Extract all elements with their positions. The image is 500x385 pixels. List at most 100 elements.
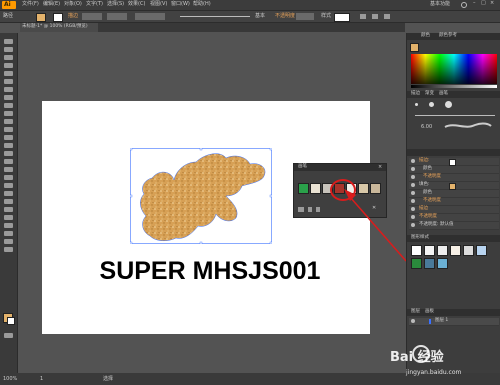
menu-select[interactable]: 选择(S): [107, 2, 124, 7]
eyedropper-tool-icon[interactable]: [4, 191, 13, 196]
stroke-label[interactable]: 描边: [68, 14, 78, 19]
stroke-weight-value[interactable]: 6.00: [421, 125, 432, 130]
color-guide-tab[interactable]: 颜色参考: [439, 33, 457, 39]
hand-tool-icon[interactable]: [4, 239, 13, 244]
stroke-swatch[interactable]: [53, 13, 63, 22]
search-icon[interactable]: [461, 2, 467, 8]
minimize-icon[interactable]: –: [473, 1, 476, 6]
color-swatches-strip[interactable]: [411, 85, 497, 88]
appearance-swatch[interactable]: [449, 183, 456, 190]
graphic-style-2[interactable]: [424, 245, 435, 256]
visibility-eye-icon[interactable]: [411, 175, 415, 179]
appearance-row[interactable]: 描边: [409, 206, 499, 214]
brush-thumb-2[interactable]: [310, 183, 321, 194]
graphic-style-3[interactable]: [437, 245, 448, 256]
visibility-eye-icon[interactable]: [411, 207, 415, 211]
menu-file[interactable]: 文件(F): [22, 2, 39, 7]
style-label[interactable]: 样式: [321, 14, 331, 19]
menu-view[interactable]: 视图(V): [150, 2, 167, 7]
menu-object[interactable]: 对象(O): [64, 2, 82, 7]
pen-tool-icon[interactable]: [4, 71, 13, 76]
floating-panel-header[interactable]: 画笔 ×: [294, 164, 386, 171]
brush-line-1[interactable]: [415, 115, 495, 116]
pencil-tool-icon[interactable]: [4, 111, 13, 116]
stroke-style-line[interactable]: [180, 16, 250, 17]
close-icon[interactable]: ×: [490, 1, 494, 6]
brush-definition-dropdown[interactable]: [135, 13, 165, 20]
mesh-tool-icon[interactable]: [4, 175, 13, 180]
free-transform-tool-icon[interactable]: [4, 151, 13, 156]
appearance-swatch[interactable]: [449, 159, 456, 166]
stroke-weight-field[interactable]: [82, 13, 102, 20]
brush-library-menu-icon[interactable]: [298, 207, 304, 212]
graphic-style-8[interactable]: [424, 258, 435, 269]
magic-wand-tool-icon[interactable]: [4, 55, 13, 60]
menu-edit[interactable]: 编辑(E): [43, 2, 60, 7]
scale-tool-icon[interactable]: [4, 135, 13, 140]
maximize-icon[interactable]: □: [481, 1, 486, 6]
brush-dot-large[interactable]: [445, 101, 452, 108]
opacity-field[interactable]: [296, 13, 314, 20]
stroke-color-box[interactable]: [7, 317, 15, 325]
visibility-eye-icon[interactable]: [411, 167, 415, 171]
artboard-tool-icon[interactable]: [4, 223, 13, 228]
appearance-row[interactable]: 颜色: [409, 190, 499, 198]
rotate-tool-icon[interactable]: [4, 127, 13, 132]
gradient-tab[interactable]: 渐变: [425, 91, 434, 97]
visibility-eye-icon[interactable]: [411, 191, 415, 195]
visibility-eye-icon[interactable]: [411, 215, 415, 219]
graphic-style-4[interactable]: [450, 245, 461, 256]
appearance-row[interactable]: 描边:: [409, 158, 499, 166]
direct-selection-tool-icon[interactable]: [4, 47, 13, 52]
opacity-label[interactable]: 不透明度: [275, 14, 295, 19]
textured-leaf-shape[interactable]: [130, 148, 272, 244]
brush-thumb-1[interactable]: [298, 183, 309, 194]
shape-builder-tool-icon[interactable]: [4, 159, 13, 164]
fill-swatch[interactable]: [36, 13, 46, 22]
appearance-row[interactable]: 不透明度: 默认值: [409, 222, 499, 230]
next-library-icon[interactable]: [316, 207, 320, 212]
brush-dot-medium[interactable]: [429, 102, 434, 107]
artboard-number[interactable]: 1: [40, 377, 43, 382]
align-icon[interactable]: [372, 14, 378, 19]
layer-name[interactable]: 图层 1: [435, 318, 448, 324]
visibility-eye-icon[interactable]: [411, 199, 415, 203]
fill-stroke-indicator[interactable]: [410, 43, 419, 52]
visibility-eye-icon[interactable]: [411, 223, 415, 227]
artboards-tab[interactable]: 画板: [425, 309, 434, 315]
appearance-row[interactable]: 不透明度: [409, 214, 499, 222]
appearance-row[interactable]: 填色:: [409, 182, 499, 190]
visibility-eye-icon[interactable]: [411, 159, 415, 163]
floating-panel-close-icon[interactable]: ×: [378, 165, 382, 170]
stroke-style-label[interactable]: 基本: [255, 14, 265, 19]
prev-library-icon[interactable]: [308, 207, 312, 212]
variable-width-dropdown[interactable]: [107, 13, 127, 20]
color-tab[interactable]: 颜色: [421, 33, 430, 39]
eraser-tool-icon[interactable]: [4, 119, 13, 124]
transform-icon[interactable]: [384, 14, 390, 19]
canvas-text[interactable]: SUPER MHSJS001: [80, 259, 340, 284]
rectangle-tool-icon[interactable]: [4, 95, 13, 100]
graphic-style-7[interactable]: [411, 258, 422, 269]
brush-dot-small[interactable]: [415, 103, 418, 106]
menu-effect[interactable]: 效果(C): [128, 2, 145, 7]
appearance-row[interactable]: 不透明度: [409, 198, 499, 206]
appearance-row[interactable]: 颜色: [409, 166, 499, 174]
selection-tool-icon[interactable]: [4, 39, 13, 44]
column-graph-tool-icon[interactable]: [4, 215, 13, 220]
appearance-row[interactable]: 不透明度: [409, 174, 499, 182]
blend-tool-icon[interactable]: [4, 199, 13, 204]
color-spectrum[interactable]: [411, 54, 497, 84]
paintbrush-tool-icon[interactable]: [4, 103, 13, 108]
document-tab[interactable]: 未标题-1* @ 100% (RGB/预览): [20, 23, 98, 32]
symbol-sprayer-tool-icon[interactable]: [4, 207, 13, 212]
graphic-style-5[interactable]: [463, 245, 474, 256]
graphic-style-6[interactable]: [476, 245, 487, 256]
slice-tool-icon[interactable]: [4, 231, 13, 236]
zoom-level[interactable]: 100%: [3, 377, 17, 382]
menu-window[interactable]: 窗口(W): [171, 2, 190, 7]
visibility-eye-icon[interactable]: [411, 183, 415, 187]
menu-type[interactable]: 文字(T): [86, 2, 103, 7]
line-tool-icon[interactable]: [4, 87, 13, 92]
perspective-grid-tool-icon[interactable]: [4, 167, 13, 172]
